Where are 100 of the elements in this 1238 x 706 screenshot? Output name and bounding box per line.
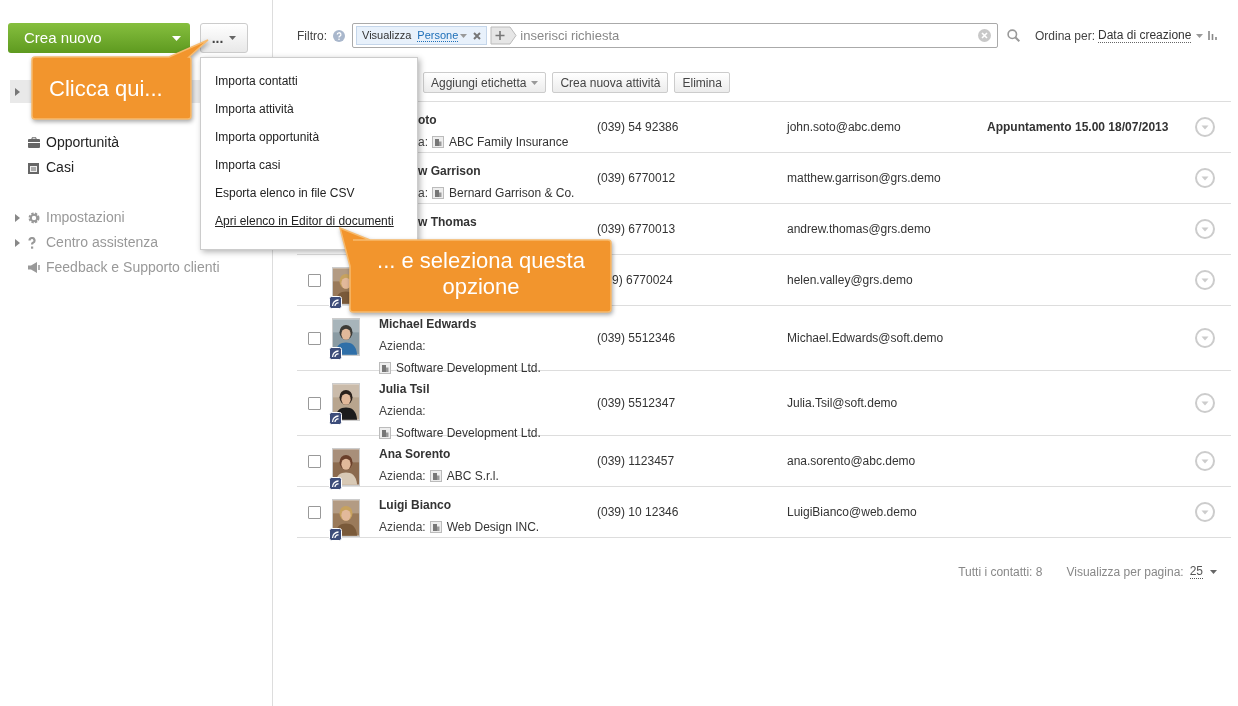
sort-field-link[interactable]: Data di creazione [1098,28,1192,43]
contact-name-link[interactable]: Luigi Bianco [379,496,451,514]
company-label: Azienda: [379,519,426,536]
row-checkbox[interactable] [307,454,321,468]
tag-value-link[interactable]: Persone [417,29,459,42]
row-menu-button[interactable] [1195,328,1215,348]
expand-arrow-icon[interactable] [15,87,20,96]
menu-item[interactable]: Importa attività [215,101,294,117]
signal-badge-icon [329,296,342,309]
sort-label: Ordina per: [1035,27,1096,45]
menu-item[interactable]: Apri elenco in Editor di documenti [215,213,394,229]
building-icon [379,362,391,374]
total-contacts: Tutti i contatti: 8 [958,564,1043,581]
caret-icon[interactable] [172,35,181,41]
phone-number: (039) 6770013 [597,221,676,238]
email-address[interactable]: helen.valley@grs.demo [787,271,913,289]
close-icon[interactable] [473,31,482,40]
row-menu-button[interactable] [1195,451,1215,471]
gear-icon [28,211,40,224]
sidebar-item[interactable]: Casi [46,157,74,178]
caret-icon[interactable] [1210,570,1217,574]
clear-icon[interactable] [978,29,991,42]
phone-number: (039) 1123457 [597,453,675,470]
company-label: Azienda: [379,403,427,420]
building-icon [379,427,391,439]
toolbar-button[interactable]: Elimina [674,72,730,93]
caret-icon[interactable] [460,33,468,38]
phone-number: 9) 6770024 [612,272,673,289]
help-icon[interactable] [333,29,345,42]
menu-item[interactable]: Importa opportunità [215,129,320,145]
menu-item[interactable]: Importa contatti [215,73,298,89]
contact-name-link[interactable]: Ana Sorento [379,445,451,463]
company-link[interactable]: Bernard Garrison & Co. [449,184,575,202]
signal-badge-icon [329,412,342,425]
row-checkbox[interactable] [307,273,321,287]
email-address[interactable]: andrew.thomas@grs.demo [787,220,931,238]
per-page-select[interactable]: 25 [1189,565,1203,579]
building-icon [429,470,442,482]
company-link[interactable]: Software Development Ltd. [396,359,541,377]
row-menu-button[interactable] [1195,219,1215,239]
row-menu-button[interactable] [1195,168,1215,188]
contact-name-link[interactable]: oto [418,111,437,129]
sort-order-icon[interactable] [1208,31,1220,40]
toolbar-button[interactable]: Aggiungi etichetta [423,72,547,93]
company-link[interactable]: Web Design INC. [446,518,540,536]
row-checkbox[interactable] [307,331,321,345]
calendar-icon [28,161,39,174]
menu-item[interactable]: Importa casi [215,157,281,173]
email-address[interactable]: LuigiBianco@web.demo [787,503,917,521]
caret-icon[interactable] [229,36,237,40]
email-address[interactable]: matthew.garrison@grs.demo [787,169,941,187]
signal-badge-icon [329,347,342,360]
company-link[interactable]: ABC Family Insurance [449,133,569,151]
row-menu-button[interactable] [1195,502,1215,522]
company-label: a: [418,185,428,202]
filter-label: Filtro: [297,27,327,45]
sidebar-item[interactable]: Opportunità [46,132,120,153]
company-link[interactable]: ABC S.r.l. [446,467,499,485]
per-page-label: Visualizza per pagina: [1066,564,1184,581]
signal-badge-icon [329,528,342,541]
query-input[interactable]: inserisci richiesta [520,25,978,46]
contact-name-link[interactable]: Michael Edwards [379,315,477,333]
expand-arrow-icon[interactable] [15,238,20,247]
menu-item[interactable]: Esporta elenco in file CSV [215,185,355,201]
filter-field[interactable]: Visualizza Persone inserisci richiesta [352,23,998,48]
filter-tag[interactable]: Visualizza Persone [356,26,488,45]
question-mark-icon [28,236,36,249]
caret-icon[interactable] [1196,33,1204,38]
email-address[interactable]: Michael.Edwards@soft.demo [787,329,944,347]
phone-number: (039) 6770012 [597,170,676,187]
add-filter-button[interactable] [490,26,518,45]
phone-number: (039) 54 92386 [597,119,679,136]
search-icon[interactable] [1007,29,1020,42]
megaphone-icon [28,262,41,273]
expand-arrow-icon[interactable] [15,213,20,222]
signal-badge-icon [329,477,342,490]
phone-number: (039) 5512346 [597,330,676,347]
row-checkbox[interactable] [307,505,321,519]
email-address[interactable]: ana.sorento@abc.demo [787,452,916,470]
phone-number: (039) 5512347 [597,395,676,412]
contact-name-link[interactable]: w Garrison [418,162,481,180]
row-menu-button[interactable] [1195,393,1215,413]
company-label: a: [418,134,428,151]
building-icon [432,187,444,199]
row-menu-button[interactable] [1195,117,1215,137]
appointment-note: Appuntamento 15.00 18/07/2013 [987,119,1169,136]
email-address[interactable]: john.soto@abc.demo [787,118,901,136]
toolbar-button[interactable]: Crea nuova attività [552,72,669,93]
phone-number: (039) 10 12346 [597,504,679,521]
company-label: Azienda: [379,468,426,485]
email-address[interactable]: Julia.Tsil@soft.demo [787,394,898,412]
company-link[interactable]: Software Development Ltd. [396,424,541,442]
row-menu-button[interactable] [1195,270,1215,290]
more-button[interactable]: ... [200,23,248,53]
caret-icon[interactable] [531,80,539,85]
briefcase-icon [28,137,40,148]
contact-name-link[interactable]: Julia Tsil [379,380,430,398]
building-icon [432,136,444,148]
company-label: Azienda: [379,338,427,355]
row-checkbox[interactable] [307,396,321,410]
